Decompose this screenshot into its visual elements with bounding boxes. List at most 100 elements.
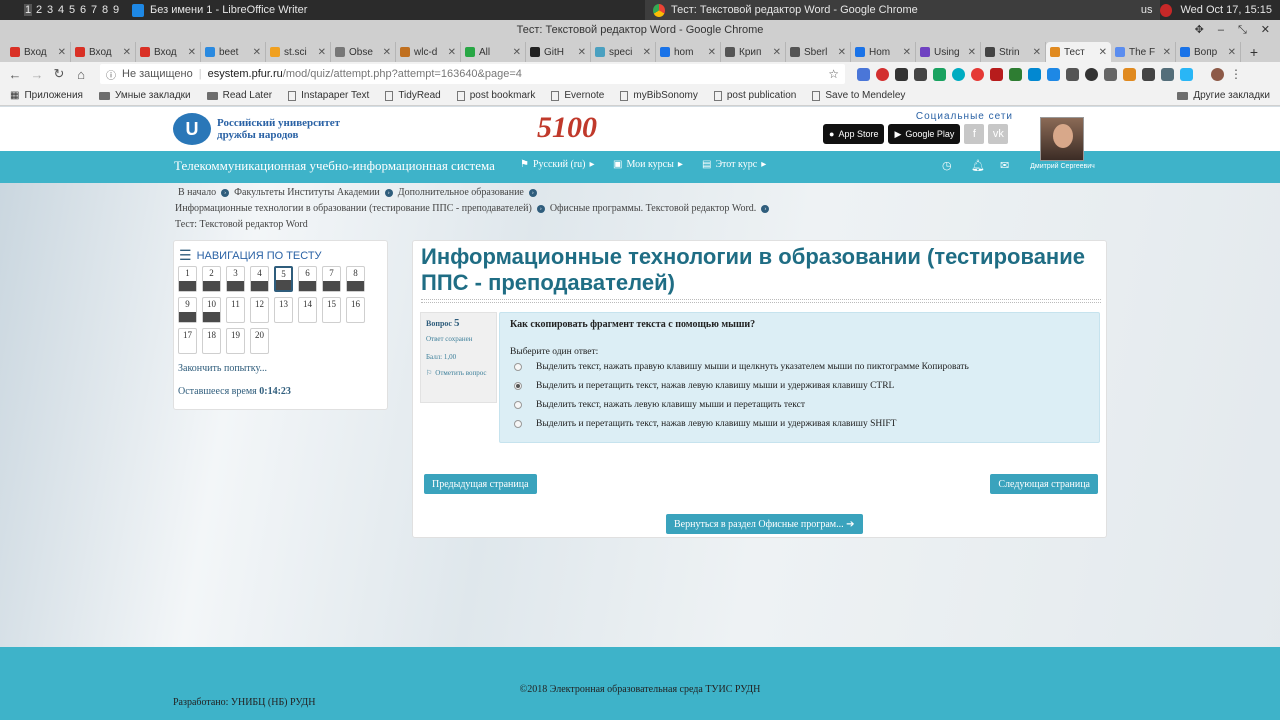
extension-icon[interactable] [1066, 67, 1079, 81]
tab[interactable]: Sberl ✕ [786, 42, 851, 62]
extension-icon[interactable] [990, 67, 1003, 81]
tab[interactable]: speci ✕ [591, 42, 656, 62]
question-button[interactable]: 2 [202, 266, 221, 292]
university-logo[interactable]: U Российский университет дружбы народов [173, 113, 340, 145]
bookmark-item[interactable]: Evernote [551, 90, 604, 101]
radio-button[interactable] [514, 382, 522, 390]
question-button[interactable]: 1 [178, 266, 197, 292]
workspace-switcher[interactable]: 1 2 3 4 5 6 7 8 9 [24, 4, 120, 16]
tab-close-icon[interactable]: ✕ [188, 47, 196, 58]
hamburger-icon[interactable]: ☰ [179, 247, 192, 264]
vk-icon[interactable]: vk [988, 124, 1009, 144]
tab[interactable]: Вход ✕ [6, 42, 71, 62]
workspace-2[interactable]: 2 [35, 4, 43, 16]
taskbar-chrome[interactable]: Тест: Текстовой редактор Word - Google C… [645, 0, 1160, 20]
extension-icon[interactable] [1123, 67, 1136, 81]
close-icon[interactable]: ✕ [1261, 20, 1270, 40]
new-tab-button[interactable]: + [1241, 42, 1267, 62]
answer-option[interactable]: Выделить и перетащить текст, нажав левую… [514, 419, 896, 429]
tab-close-icon[interactable]: ✕ [1099, 47, 1107, 58]
bookmark-item[interactable]: myBibSonomy [620, 90, 698, 101]
question-button[interactable]: 17 [178, 328, 197, 354]
breadcrumb-link[interactable]: Информационные технологии в образовании … [175, 203, 532, 214]
extension-icon[interactable] [1161, 67, 1174, 81]
radio-button[interactable] [514, 420, 522, 428]
question-button[interactable]: 4 [250, 266, 269, 292]
workspace-4[interactable]: 4 [57, 4, 65, 16]
bell-icon[interactable]: 🔔︎ [971, 159, 985, 172]
question-button[interactable]: 13 [274, 297, 293, 323]
question-button[interactable]: 18 [202, 328, 221, 354]
extension-icon[interactable] [876, 67, 889, 81]
question-button[interactable]: 3 [226, 266, 245, 292]
extension-icon[interactable] [933, 67, 946, 81]
home-icon[interactable]: ⌂ [70, 67, 92, 82]
answer-option[interactable]: Выделить текст, нажать левую клавишу мыш… [514, 400, 805, 410]
radio-button[interactable] [514, 401, 522, 409]
finish-attempt-link[interactable]: Закончить попытку... [178, 363, 267, 374]
previous-page-button[interactable]: Предыдущая страница [424, 474, 537, 494]
user-avatar[interactable] [1040, 117, 1084, 161]
facebook-icon[interactable]: f [964, 124, 985, 144]
tab-close-icon[interactable]: ✕ [448, 47, 456, 58]
breadcrumb-link[interactable]: Офисные программы. Текстовой редактор Wo… [550, 203, 757, 214]
clock[interactable]: Wed Oct 17, 15:15 [1180, 4, 1272, 16]
tab[interactable]: Вход ✕ [71, 42, 136, 62]
extension-icon[interactable] [971, 67, 984, 81]
tab[interactable]: Вопр ✕ [1176, 42, 1241, 62]
tab-close-icon[interactable]: ✕ [708, 47, 716, 58]
tab-close-icon[interactable]: ✕ [383, 47, 391, 58]
workspace-3[interactable]: 3 [46, 4, 54, 16]
info-icon[interactable]: ⓘ [106, 67, 116, 82]
tab-close-icon[interactable]: ✕ [1163, 47, 1171, 58]
workspace-8[interactable]: 8 [101, 4, 109, 16]
breadcrumb-current[interactable]: Тест: Текстовой редактор Word [175, 219, 308, 230]
user-name[interactable]: Дмитрий Сергеевич [1030, 163, 1095, 170]
tab[interactable]: Крип ✕ [721, 42, 786, 62]
tab-close-icon[interactable]: ✕ [903, 47, 911, 58]
question-button[interactable]: 19 [226, 328, 245, 354]
chat-icon[interactable]: ✉ [1000, 159, 1009, 172]
tab[interactable]: The F ✕ [1111, 42, 1176, 62]
tab[interactable]: Using ✕ [916, 42, 981, 62]
tab-close-icon[interactable]: ✕ [773, 47, 781, 58]
back-icon[interactable]: ← [4, 67, 26, 82]
tab-close-icon[interactable]: ✕ [318, 47, 326, 58]
tab[interactable]: Вход ✕ [136, 42, 201, 62]
bookmark-item[interactable]: TidyRead [385, 90, 441, 101]
tab[interactable]: wlc-d ✕ [396, 42, 461, 62]
return-to-section-button[interactable]: Вернуться в раздел Офисные програм... ➔ [666, 514, 863, 534]
bookmark-item[interactable]: Instapaper Text [288, 90, 369, 101]
tab-close-icon[interactable]: ✕ [578, 47, 586, 58]
extension-icon[interactable] [952, 67, 965, 81]
google-play-button[interactable]: ▶ Google Play [888, 124, 961, 144]
extension-icon[interactable] [895, 67, 908, 81]
address-bar[interactable]: ⓘ Не защищено | esystem.pfur.ru/mod/quiz… [100, 64, 845, 84]
next-page-button[interactable]: Следующая страница [990, 474, 1098, 494]
bookmark-apps[interactable]: ▦ Приложения [10, 90, 83, 101]
tab-close-icon[interactable]: ✕ [253, 47, 261, 58]
tab-close-icon[interactable]: ✕ [1228, 47, 1236, 58]
reload-icon[interactable]: ↻ [48, 66, 70, 82]
question-button[interactable]: 9 [178, 297, 197, 323]
question-button[interactable]: 12 [250, 297, 269, 323]
tab-close-icon[interactable]: ✕ [1033, 47, 1041, 58]
extension-icon[interactable] [1142, 67, 1155, 81]
bookmark-item[interactable]: post publication [713, 90, 796, 101]
extension-icon[interactable] [914, 67, 927, 81]
tab[interactable]: beet ✕ [201, 42, 266, 62]
bookmark-item[interactable]: post bookmark [456, 90, 535, 101]
window-titlebar[interactable]: Тест: Текстовой редактор Word - Google C… [0, 20, 1280, 40]
language-menu[interactable]: ⚑ Русский (ru) ▸ [520, 159, 595, 170]
question-button[interactable]: 11 [226, 297, 245, 323]
extension-icon[interactable] [1047, 67, 1060, 81]
workspace-7[interactable]: 7 [90, 4, 98, 16]
clock-icon[interactable]: ◷ [942, 159, 952, 172]
extension-icon[interactable] [857, 67, 870, 81]
app-store-button[interactable]: ● App Store [823, 124, 885, 144]
question-button[interactable]: 5 [274, 266, 293, 292]
extension-icon[interactable] [1009, 67, 1022, 81]
profile-avatar[interactable] [1211, 67, 1224, 81]
workspace-9[interactable]: 9 [112, 4, 120, 16]
bookmark-star-icon[interactable]: ☆ [828, 67, 839, 81]
